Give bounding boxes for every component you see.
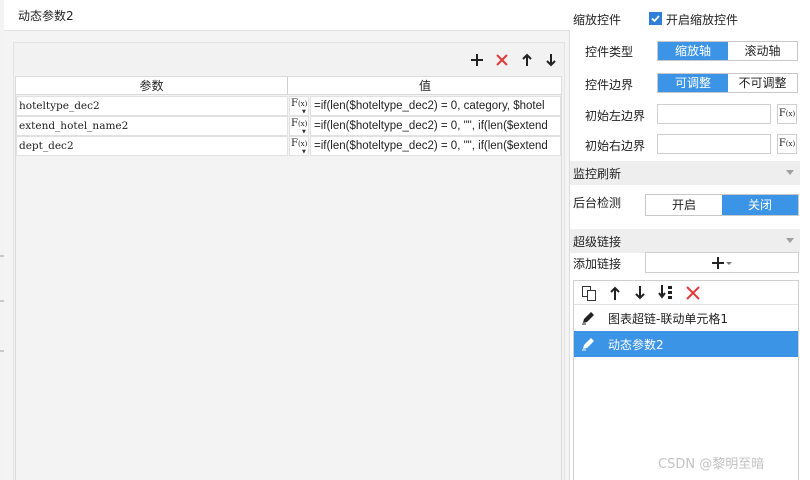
hyperlink-list-panel: 图表超链-联动单元格1 动态参数2 xyxy=(573,280,799,480)
initial-left-boundary-label: 初始左边界 xyxy=(585,109,646,123)
add-param-button[interactable] xyxy=(467,50,487,70)
left-boundary-formula-button[interactable]: F(x) xyxy=(777,104,797,124)
background-check-switch: 开启 关闭 xyxy=(645,194,799,216)
dropdown-caret-icon: ▼ xyxy=(302,109,306,115)
arrow-down-icon xyxy=(546,54,556,67)
arrow-up-icon xyxy=(610,286,620,300)
dropdown-caret-icon: ▼ xyxy=(302,149,306,155)
link-move-down-button[interactable] xyxy=(633,285,647,304)
hyperlink-toolbar xyxy=(574,281,798,305)
option-adjustable[interactable]: 可调整 xyxy=(658,74,728,92)
hyperlink-title: 超级链接 xyxy=(573,235,622,249)
copy-icon xyxy=(582,286,596,301)
initial-right-boundary-input[interactable] xyxy=(657,134,771,154)
watermark: CSDN @黎明至暗 xyxy=(658,457,765,472)
fx-label: F xyxy=(291,118,298,129)
right-boundary-formula-button[interactable]: F(x) xyxy=(777,134,797,154)
param-name-cell[interactable]: dept_dec2 xyxy=(16,136,288,156)
param-value-cell[interactable]: =if(len($hoteltype_dec2) = 0, "", if(len… xyxy=(310,116,561,136)
move-up-button[interactable] xyxy=(517,50,537,70)
column-header-param: 参数 xyxy=(16,77,288,95)
list-item[interactable]: 图表超链-联动单元格1 xyxy=(574,305,798,331)
formula-type-button[interactable]: F(x) ▼ xyxy=(289,136,309,156)
link-move-bottom-button[interactable] xyxy=(657,284,675,305)
add-link-dropdown[interactable] xyxy=(645,252,799,273)
plus-icon xyxy=(471,54,483,66)
control-type-label: 控件类型 xyxy=(585,45,634,59)
param-value-cell[interactable]: =if(len($hoteltype_dec2) = 0, category, … xyxy=(310,96,561,116)
monitor-refresh-section-header[interactable]: 监控刷新 xyxy=(570,161,800,185)
dialog-title-bar: 动态参数2 xyxy=(4,0,570,31)
enable-zoom-label[interactable]: 开启缩放控件 xyxy=(666,11,738,28)
copy-link-button[interactable] xyxy=(581,285,597,304)
move-to-bottom-icon xyxy=(658,285,672,299)
option-off[interactable]: 关闭 xyxy=(722,195,798,215)
delete-param-button[interactable] xyxy=(492,50,512,70)
option-not-adjustable[interactable]: 不可调整 xyxy=(728,74,797,92)
control-boundary-switch: 可调整 不可调整 xyxy=(657,73,798,93)
close-icon xyxy=(496,54,508,66)
fx-sub-label: (x) xyxy=(297,120,308,128)
collapse-arrow-icon xyxy=(786,238,794,243)
formula-type-button[interactable]: F(x) ▼ xyxy=(289,96,309,116)
fx-label: F xyxy=(291,98,298,109)
hyperlink-item-label: 动态参数2 xyxy=(608,338,664,352)
table-row: hoteltype_dec2 F(x) ▼ =if(len($hoteltype_… xyxy=(16,96,561,116)
monitor-refresh-title: 监控刷新 xyxy=(573,167,622,181)
option-zoom-axis[interactable]: 缩放轴 xyxy=(658,42,728,60)
param-name-cell[interactable]: hoteltype_dec2 xyxy=(16,96,288,116)
plus-dropdown-icon xyxy=(712,256,732,269)
arrow-down-icon xyxy=(635,286,645,300)
pencil-icon xyxy=(580,336,596,355)
fx-label: F xyxy=(291,138,298,149)
param-table-header: 参数 值 xyxy=(16,77,561,95)
control-type-switch: 缩放轴 滚动轴 xyxy=(657,41,798,61)
control-boundary-label: 控件边界 xyxy=(585,78,634,92)
checkmark-icon xyxy=(651,15,660,23)
zoom-section-label: 缩放控件 xyxy=(573,13,622,27)
dialog-title: 动态参数2 xyxy=(18,9,74,23)
pencil-icon xyxy=(580,310,596,329)
table-row: dept_dec2 F(x) ▼ =if(len($hoteltype_dec2)… xyxy=(16,136,561,156)
column-header-value: 值 xyxy=(418,79,431,93)
collapse-arrow-icon xyxy=(786,170,794,175)
close-icon xyxy=(686,286,700,300)
formula-type-button[interactable]: F(x) ▼ xyxy=(289,116,309,136)
link-move-up-button[interactable] xyxy=(608,285,622,304)
fx-sub-label: (x) xyxy=(297,140,308,148)
move-down-button[interactable] xyxy=(541,50,561,70)
background-check-label: 后台检测 xyxy=(573,196,622,210)
param-name-cell[interactable]: extend_hotel_name2 xyxy=(16,116,288,136)
option-scroll-axis[interactable]: 滚动轴 xyxy=(728,42,797,60)
param-table: 参数 值 hoteltype_dec2 F(x) ▼ =if(len($hotel… xyxy=(15,76,562,480)
param-value-cell[interactable]: =if(len($hoteltype_dec2) = 0, "", if(len… xyxy=(310,136,561,156)
add-link-label: 添加链接 xyxy=(573,257,622,271)
list-item[interactable]: 动态参数2 xyxy=(574,331,798,357)
table-row: extend_hotel_name2 F(x) ▼ =if(len($hotelt… xyxy=(16,116,561,136)
hyperlink-section-header[interactable]: 超级链接 xyxy=(570,229,800,253)
fx-sub-label: (x) xyxy=(297,100,308,108)
option-on[interactable]: 开启 xyxy=(646,195,722,215)
dropdown-caret-icon: ▼ xyxy=(302,129,306,135)
initial-left-boundary-input[interactable] xyxy=(657,104,771,124)
enable-zoom-checkbox[interactable] xyxy=(649,12,662,25)
initial-right-boundary-label: 初始右边界 xyxy=(585,139,646,153)
hyperlink-item-label: 图表超链-联动单元格1 xyxy=(608,312,728,326)
arrow-up-icon xyxy=(522,53,532,66)
link-delete-button[interactable] xyxy=(685,285,701,304)
